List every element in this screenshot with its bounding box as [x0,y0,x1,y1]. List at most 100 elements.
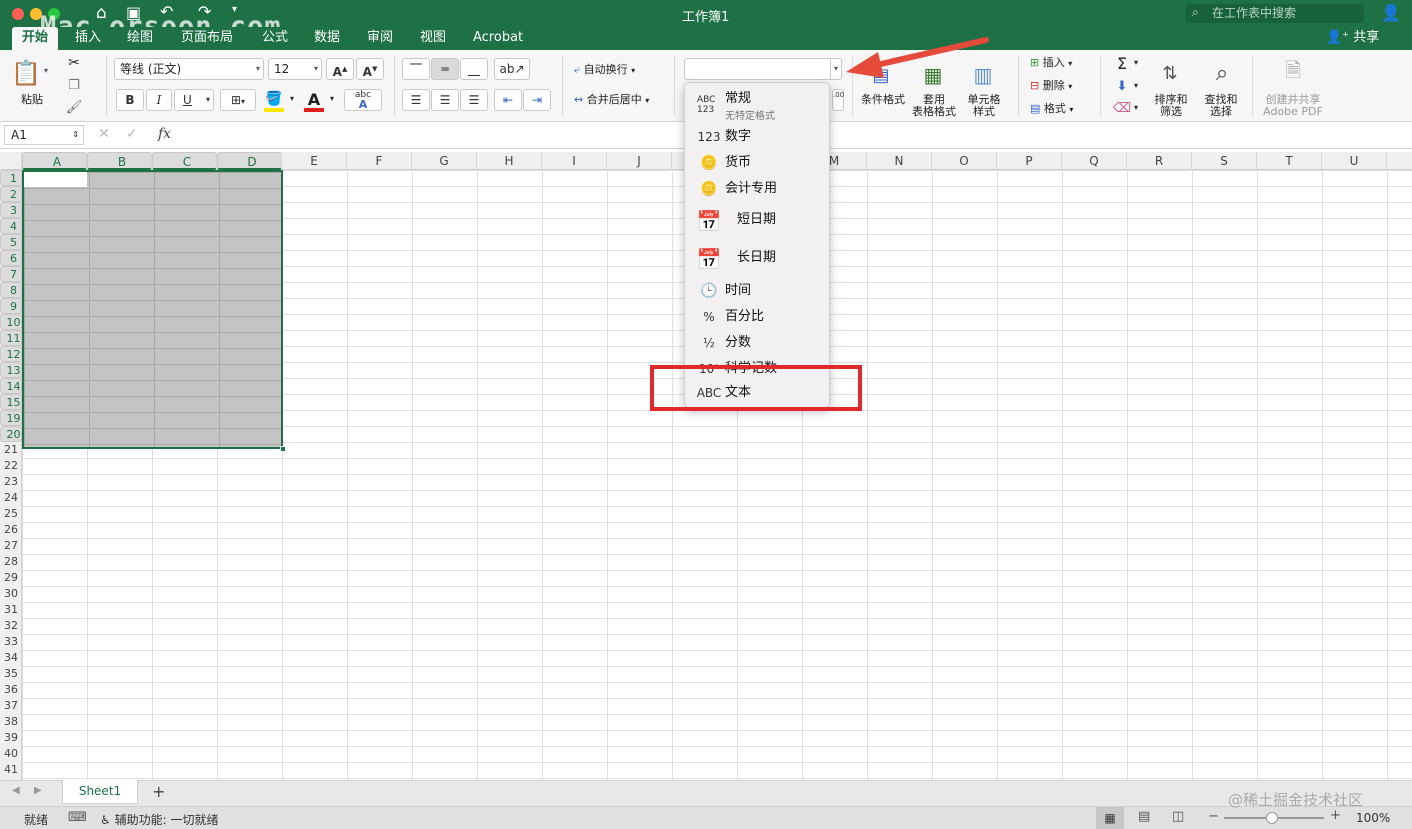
row-header-2[interactable]: 2 [0,186,22,202]
row-header-1[interactable]: 1 [0,170,22,186]
row-header-35[interactable]: 35 [0,666,22,682]
row-header-11[interactable]: 11 [0,330,22,346]
italic-button[interactable]: I [146,89,172,111]
tab-draw[interactable]: 绘图 [127,30,153,46]
column-header-q[interactable]: Q [1062,152,1127,170]
row-header-34[interactable]: 34 [0,650,22,666]
normal-view-icon[interactable]: ▦ [1096,807,1124,829]
orientation-button[interactable]: ab↗ [494,58,530,80]
active-cell-a1[interactable] [24,172,87,187]
column-header-c[interactable]: C [152,152,217,170]
row-header-26[interactable]: 26 [0,522,22,538]
row-header-41[interactable]: 41 [0,762,22,778]
increase-indent-button[interactable]: ⇥ [523,89,551,111]
row-header-5[interactable]: 5 [0,234,22,250]
align-right-button[interactable]: ☰ [460,89,488,111]
underline-button[interactable]: U ▾ [174,89,214,111]
number-format-item[interactable]: 123 数字 [685,125,829,149]
number-format-select[interactable]: ▾ [684,58,842,80]
row-header-3[interactable]: 3 [0,202,22,218]
tab-data[interactable]: 数据 [314,30,340,46]
chevron-down-icon[interactable]: ▾ [1134,58,1138,67]
zoom-slider-handle[interactable] [1266,812,1278,824]
tab-review[interactable]: 审阅 [367,30,393,46]
number-format-item[interactable]: 📅 长日期 [685,241,829,277]
row-header-14[interactable]: 14 [0,378,22,394]
sheet-search-input[interactable]: 在工作表中搜索 [1186,4,1364,23]
row-header-36[interactable]: 36 [0,682,22,698]
row-header-10[interactable]: 10 [0,314,22,330]
row-header-7[interactable]: 7 [0,266,22,282]
row-header-22[interactable]: 22 [0,458,22,474]
row-header-24[interactable]: 24 [0,490,22,506]
name-box[interactable]: A1 ⇕ [4,125,84,145]
zoom-out-icon[interactable]: − [1208,809,1219,824]
column-header-e[interactable]: E [282,152,347,170]
row-header-19[interactable]: 19 [0,410,22,426]
number-format-item[interactable]: 🪙 货币 [685,151,829,175]
number-format-item[interactable]: 🕒 时间 [685,279,829,303]
row-header-32[interactable]: 32 [0,618,22,634]
insert-function-button[interactable]: fx [158,126,171,142]
sheet-tab-sheet1[interactable]: Sheet1 [62,780,138,804]
conditional-format-label[interactable]: 条件格式 [858,94,908,106]
fill-color-icon[interactable]: 🪣 [262,88,286,110]
create-pdf-icon[interactable]: 🗎 [1280,58,1306,88]
column-header-t[interactable]: T [1257,152,1322,170]
column-header-d[interactable]: D [217,152,282,170]
cut-icon[interactable]: ✂ [64,54,84,72]
sort-filter-icon[interactable]: ⇅ [1152,58,1188,88]
column-header-o[interactable]: O [932,152,997,170]
autosum-icon[interactable]: Σ [1110,53,1134,73]
font-name-select[interactable]: 等线 (正文) ▾ [114,58,264,80]
tab-page-layout[interactable]: 页面布局 [181,30,233,46]
cell-style-label[interactable]: 单元格 样式 [962,94,1006,118]
row-header-23[interactable]: 23 [0,474,22,490]
cancel-icon[interactable]: ✕ [98,126,110,142]
close-window-button[interactable] [12,8,24,20]
decrease-font-size-button[interactable]: A▼ [356,58,384,80]
next-sheet-icon[interactable]: ▶ [34,785,42,796]
row-header-8[interactable]: 8 [0,282,22,298]
tab-acrobat[interactable]: Acrobat [473,30,523,46]
format-painter-icon[interactable]: 🖌 [64,98,84,116]
format-cells-button[interactable]: ▤ 格式 ▾ [1030,101,1073,118]
column-header-b[interactable]: B [87,152,152,170]
sort-filter-label[interactable]: 排序和 筛选 [1148,94,1194,118]
row-header-9[interactable]: 9 [0,298,22,314]
column-header-h[interactable]: H [477,152,542,170]
chevron-down-icon[interactable]: ▾ [1134,81,1138,90]
find-select-label[interactable]: 查找和 选择 [1198,94,1244,118]
number-format-item[interactable]: % 百分比 [685,305,829,329]
paste-icon[interactable]: 📋 [11,58,41,88]
merge-center-button[interactable]: ↔ 合并后居中 ▾ [574,92,649,109]
wrap-text-button[interactable]: ⤶ 自动换行 ▾ [574,62,635,79]
row-header-27[interactable]: 27 [0,538,22,554]
column-header-i[interactable]: I [542,152,607,170]
clear-icon[interactable]: ⌫ [1110,98,1134,118]
fill-handle[interactable] [280,446,286,452]
row-header-38[interactable]: 38 [0,714,22,730]
chevron-down-icon[interactable]: ▾ [1134,103,1138,112]
row-header-21[interactable]: 21 [0,442,22,458]
table-format-label[interactable]: 套用 表格格式 [910,94,958,118]
row-header-15[interactable]: 15 [0,394,22,410]
selected-range[interactable] [22,170,283,449]
chevron-down-icon[interactable]: ▾ [330,94,334,103]
decrease-decimal-button[interactable]: .00 [832,89,844,111]
column-header-p[interactable]: P [997,152,1062,170]
number-format-item[interactable]: ABC 123 常规 无特定格式 [685,87,829,123]
column-header-s[interactable]: S [1192,152,1257,170]
accessibility-status[interactable]: ♿ 辅助功能: 一切就绪 [100,811,218,828]
number-format-item[interactable]: 🪙 会计专用 [685,177,829,201]
row-header-37[interactable]: 37 [0,698,22,714]
borders-button[interactable]: ⊞▾ [220,89,256,111]
tab-view[interactable]: 视图 [420,30,446,46]
column-header-n[interactable]: N [867,152,932,170]
number-format-item[interactable]: ½ 分数 [685,331,829,355]
macro-record-icon[interactable]: ⌨ [68,810,87,825]
add-sheet-button[interactable]: + [152,782,165,801]
row-header-13[interactable]: 13 [0,362,22,378]
delete-cells-button[interactable]: ⊟ 删除 ▾ [1030,78,1072,95]
phonetic-guide-button[interactable]: abc A [344,89,382,111]
